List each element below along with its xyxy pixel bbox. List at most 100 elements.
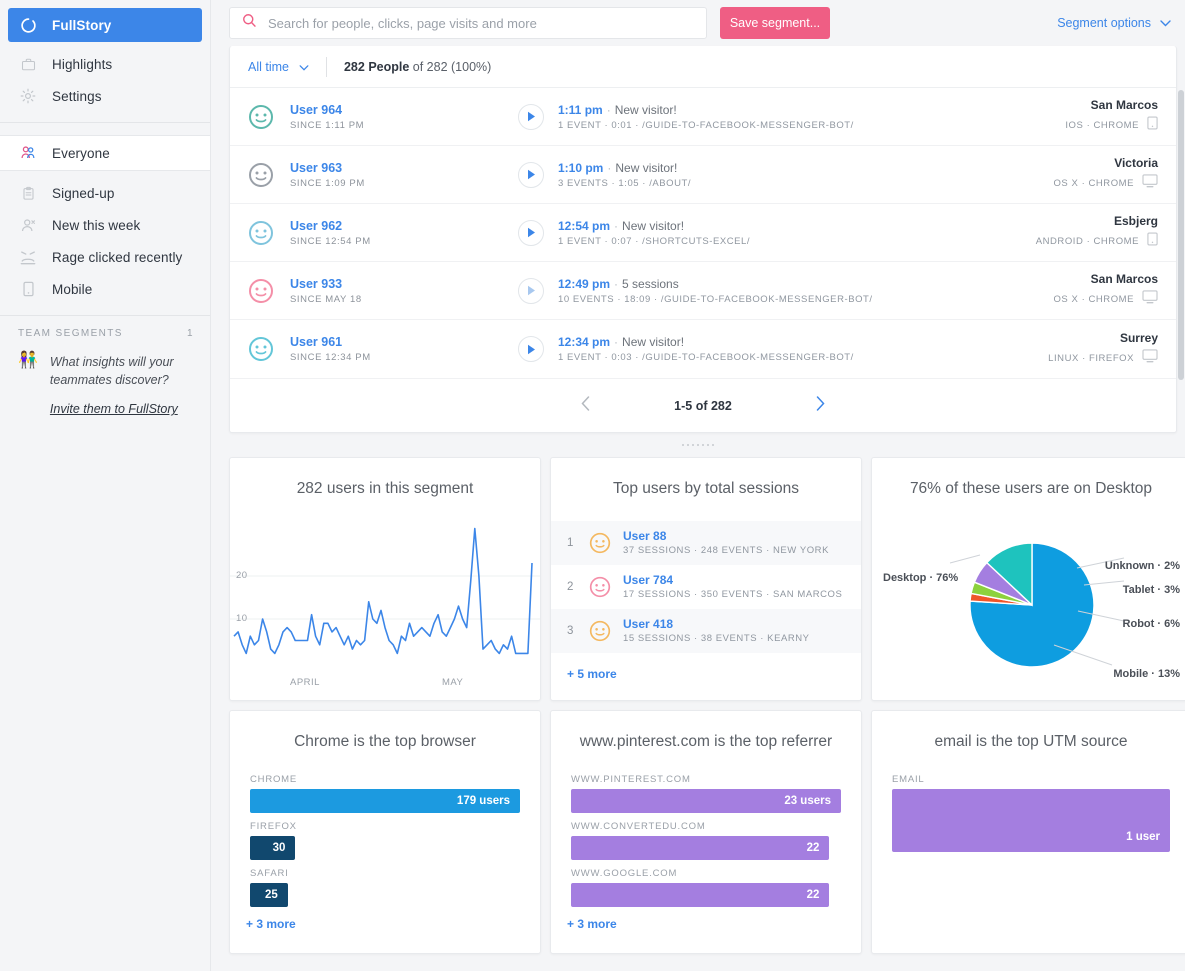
user-row[interactable]: User 961 SINCE 12:34 PM 12:34 pm · New visit… xyxy=(230,320,1176,378)
avatar xyxy=(248,104,274,130)
chevron-down-icon xyxy=(299,60,309,74)
session-summary: 12:49 pm · 5 sessions 10 EVENTS · 18:09 · /… xyxy=(558,277,1053,305)
save-segment-button[interactable]: Save segment... xyxy=(720,7,830,39)
team-invite-block: 👫 What insights will your teammates disc… xyxy=(0,352,210,418)
invite-teammates-link[interactable]: Invite them to FullStory xyxy=(50,402,178,416)
insights-grid: 282 users in this segment 20 10 APRIL MA… xyxy=(211,457,1185,954)
rank: 3 xyxy=(567,624,574,637)
search-box[interactable] xyxy=(229,7,707,39)
bar-label: WWW.CONVERTEDU.COM xyxy=(571,820,706,832)
device-text: LINUX · FIREFOX xyxy=(1048,352,1134,364)
avatar xyxy=(248,220,274,246)
sidebar-item-signed-up[interactable]: Signed-up xyxy=(0,177,210,209)
sidebar-item-label: New this week xyxy=(52,217,141,233)
user-location-block: Esbjerg ANDROID · CHROME xyxy=(1036,214,1158,251)
sidebar-item-new-this-week[interactable]: New this week xyxy=(0,209,210,241)
top-user-row[interactable]: 2 User 784 17 SESSIONS · 350 EVENTS · SAN … xyxy=(551,565,861,609)
sidebar-item-mobile[interactable]: Mobile xyxy=(0,273,210,305)
next-page-button[interactable] xyxy=(816,395,825,416)
bar-value: 25 xyxy=(265,888,278,901)
top-users-more-link[interactable]: + 5 more xyxy=(551,653,861,681)
sidebar-item-highlights[interactable]: Highlights xyxy=(0,48,210,80)
panel-scrollbar[interactable] xyxy=(1178,90,1184,380)
segment-count-rest: of 282 (100%) xyxy=(409,59,492,74)
play-session-button[interactable] xyxy=(518,219,544,246)
user-device: IOS · CHROME xyxy=(1065,116,1158,135)
sidebar-item-fullstory[interactable]: FullStory xyxy=(8,8,202,42)
user-since: SINCE 1:11 PM xyxy=(290,119,365,131)
sidebar: FullStory Highlights Settings Everyone S… xyxy=(0,0,211,971)
user-location: San Marcos xyxy=(1090,98,1158,112)
bar-label: WWW.PINTEREST.COM xyxy=(571,773,691,785)
session-time: 12:54 pm xyxy=(558,218,611,233)
play-session-button[interactable] xyxy=(518,336,544,362)
top-user-name-link[interactable]: User 418 xyxy=(623,617,810,631)
user-row[interactable]: User 962 SINCE 12:54 PM 12:54 pm · New visit… xyxy=(230,204,1176,262)
sidebar-item-everyone[interactable]: Everyone xyxy=(0,135,210,171)
bar-group: SAFARI 25 xyxy=(250,868,520,907)
bar[interactable]: 179 users xyxy=(250,788,520,813)
play-session-button[interactable] xyxy=(518,277,544,304)
user-row[interactable]: User 933 SINCE MAY 18 12:49 pm · 5 sessions 1… xyxy=(230,262,1176,320)
sidebar-item-settings[interactable]: Settings xyxy=(0,80,210,112)
browsers-more-link[interactable]: + 3 more xyxy=(230,903,312,931)
sidebar-item-label: Mobile xyxy=(52,281,93,297)
resize-grip[interactable] xyxy=(211,433,1185,457)
session-title: New visitor! xyxy=(622,335,685,349)
bar-value: 179 users xyxy=(456,794,510,807)
avatar xyxy=(589,532,611,554)
sidebar-item-label: Signed-up xyxy=(52,185,115,201)
browser-bars: CHROME 179 users FIREFOX 30 SAFARI 25 xyxy=(230,752,540,907)
bar[interactable]: 30 xyxy=(250,835,296,860)
bar[interactable]: 1 user xyxy=(892,788,1170,852)
avatar xyxy=(248,278,274,304)
prev-page-button[interactable] xyxy=(581,395,590,416)
user-name-link[interactable]: User 963 xyxy=(290,161,518,175)
session-summary: 1:11 pm · New visitor! 1 EVENT · 0:01 · /GU… xyxy=(558,103,1065,131)
new-user-icon xyxy=(18,215,38,235)
user-name-link[interactable]: User 964 xyxy=(290,103,518,117)
search-input[interactable] xyxy=(268,15,694,31)
bar-value: 23 users xyxy=(784,794,831,807)
user-identity: User 961 SINCE 12:34 PM xyxy=(290,335,518,363)
user-device: ANDROID · CHROME xyxy=(1036,232,1158,251)
x-tick-may: MAY xyxy=(442,677,464,688)
top-user-name-link[interactable]: User 88 xyxy=(623,529,829,543)
top-user-row[interactable]: 3 User 418 15 SESSIONS · 38 EVENTS · KEARN… xyxy=(551,608,861,653)
session-title: New visitor! xyxy=(614,102,677,117)
sidebar-item-label: Settings xyxy=(52,88,102,104)
bar[interactable]: 22 xyxy=(571,835,830,860)
user-name-link[interactable]: User 962 xyxy=(290,219,518,233)
user-device: OS X · CHROME xyxy=(1053,290,1158,309)
desktop-icon xyxy=(1142,174,1158,193)
user-device: OS X · CHROME xyxy=(1053,174,1158,193)
session-time: 1:11 pm xyxy=(558,102,603,117)
phone-icon xyxy=(18,279,38,299)
session-meta: 1 EVENT · 0:07 · /SHORTCUTS-EXCEL/ xyxy=(558,235,751,247)
avatar xyxy=(248,162,274,188)
user-identity: User 964 SINCE 1:11 PM xyxy=(290,103,518,131)
user-identity: User 962 SINCE 12:54 PM xyxy=(290,219,518,247)
user-name-link[interactable]: User 933 xyxy=(290,277,518,291)
user-since: SINCE 12:34 PM xyxy=(290,352,371,363)
play-session-button[interactable] xyxy=(518,161,544,188)
sidebar-item-rage-clicked-recently[interactable]: Rage clicked recently xyxy=(0,241,210,273)
card-title: www.pinterest.com is the top referrer xyxy=(579,733,833,750)
user-name-link[interactable]: User 961 xyxy=(290,335,518,349)
bar[interactable]: 23 users xyxy=(571,788,841,813)
card-title: 76% of these users are on Desktop xyxy=(909,480,1153,497)
session-sep: · xyxy=(606,102,611,117)
segment-options-menu[interactable]: Segment options xyxy=(1057,16,1171,30)
top-user-row[interactable]: 1 User 88 37 SESSIONS · 248 EVENTS · NEW Y… xyxy=(551,520,861,565)
card-users-in-segment: 282 users in this segment 20 10 APRIL MA… xyxy=(229,457,541,701)
card-title: 282 users in this segment xyxy=(296,480,474,497)
time-range-dropdown[interactable]: All time xyxy=(248,60,309,74)
referrers-more-link[interactable]: + 3 more xyxy=(551,903,633,931)
play-session-button[interactable] xyxy=(518,103,544,130)
sidebar-divider-1 xyxy=(0,122,210,123)
user-row[interactable]: User 963 SINCE 1:09 PM 1:10 pm · New visitor… xyxy=(230,146,1176,204)
top-user-name-link[interactable]: User 784 xyxy=(623,573,842,587)
user-row[interactable]: User 964 SINCE 1:11 PM 1:11 pm · New visitor… xyxy=(230,88,1176,146)
top-user-meta: 37 SESSIONS · 248 EVENTS · NEW YORK xyxy=(623,545,829,557)
user-identity: User 963 SINCE 1:09 PM xyxy=(290,161,518,189)
